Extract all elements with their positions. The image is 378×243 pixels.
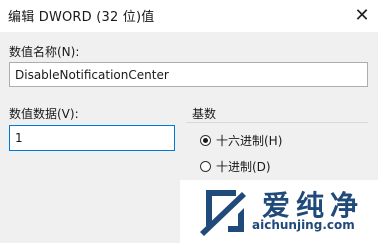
- radio-decimal[interactable]: 十进制(D): [200, 158, 271, 175]
- radio-decimal-label: 十进制(D): [216, 160, 271, 174]
- value-data-text: 1: [15, 131, 23, 145]
- radio-hex-label: 十六进制(H): [216, 134, 283, 148]
- close-button[interactable]: ✕: [346, 0, 378, 30]
- value-data-input[interactable]: 1: [9, 125, 175, 151]
- value-name-field[interactable]: DisableNotificationCenter: [9, 62, 368, 87]
- title-bar: 编辑 DWORD (32 位)值 ✕: [0, 0, 378, 32]
- watermark-logo-icon: [200, 190, 246, 236]
- value-data-label: 数值数据(V):: [9, 107, 79, 121]
- base-group-label: 基数: [192, 107, 217, 121]
- value-name-text: DisableNotificationCenter: [15, 67, 169, 82]
- watermark: 爱纯净 aichunjing.com: [180, 180, 378, 243]
- value-name-label: 数值名称(N):: [9, 45, 80, 59]
- watermark-url: aichunjing.com: [252, 218, 355, 232]
- radio-unchecked-icon: [200, 161, 211, 172]
- window-title: 编辑 DWORD (32 位)值: [8, 10, 155, 25]
- radio-hex[interactable]: 十六进制(H): [200, 132, 282, 149]
- radio-checked-icon: [200, 135, 211, 146]
- close-icon: ✕: [354, 4, 370, 26]
